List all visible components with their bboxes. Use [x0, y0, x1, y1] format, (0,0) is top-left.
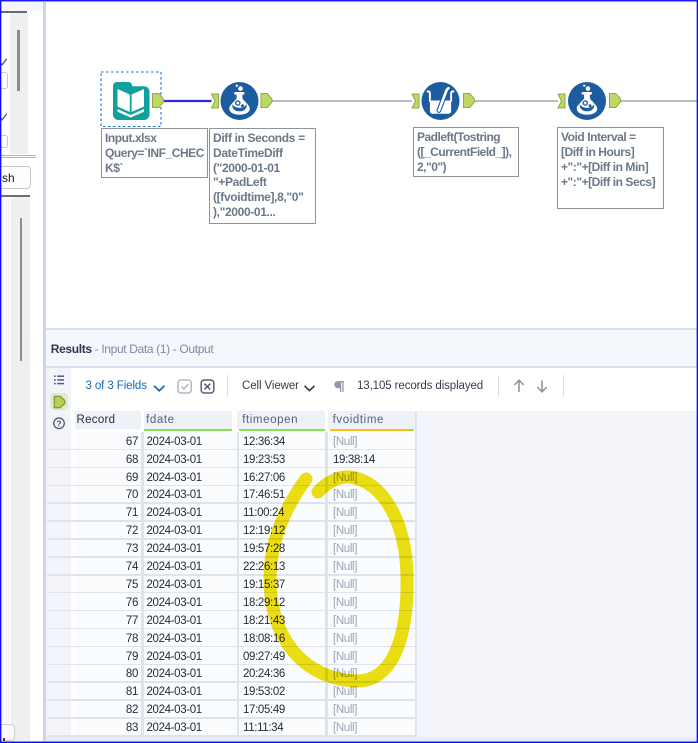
- svg-text:?: ?: [56, 419, 61, 429]
